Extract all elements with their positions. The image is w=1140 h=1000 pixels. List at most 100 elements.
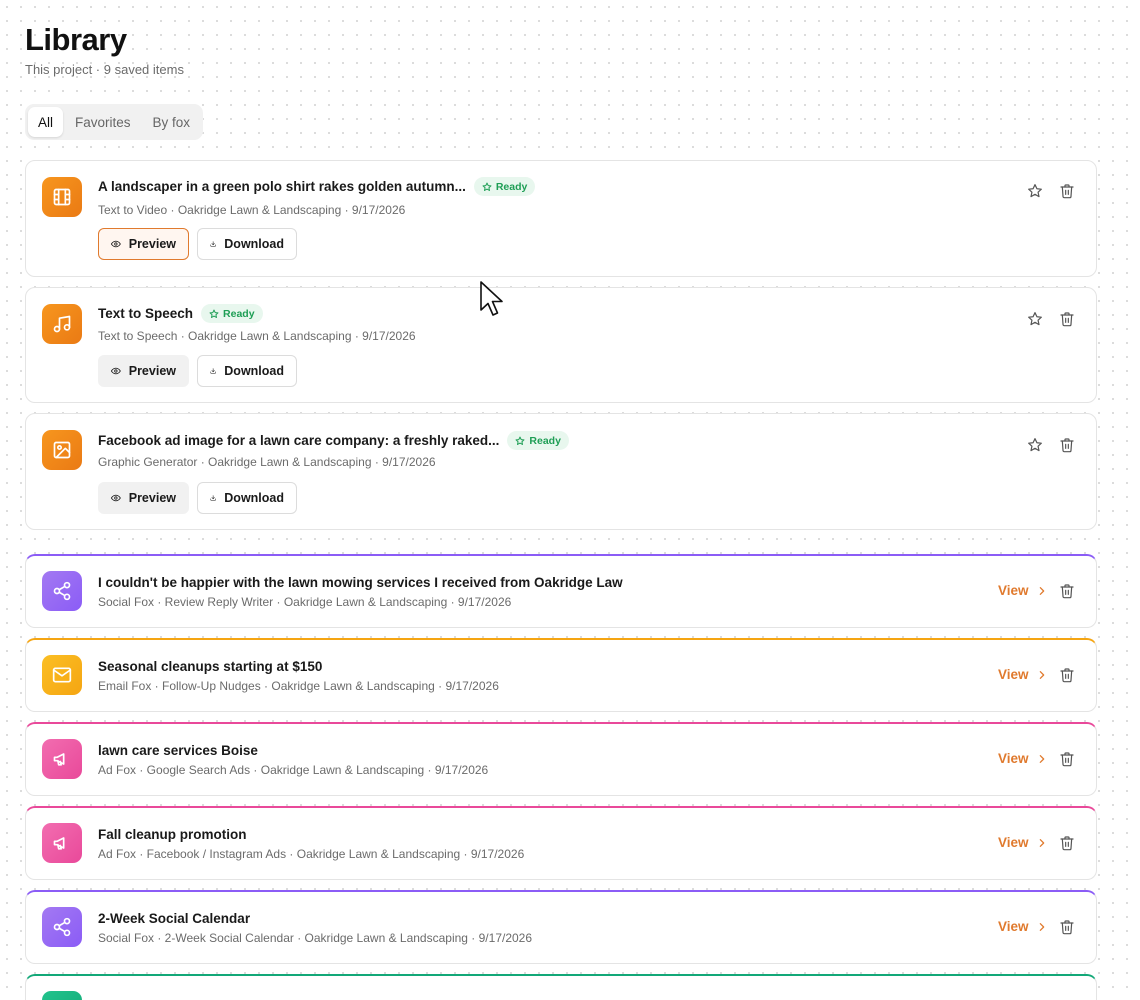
page-title: Library: [25, 22, 127, 57]
media-card: Text to Speech Ready Text to Speech · Oa…: [25, 287, 1097, 403]
item-title: 2-Week Social Calendar: [98, 911, 251, 926]
chevron-right-icon: [1039, 586, 1044, 595]
delete-button[interactable]: [1057, 309, 1077, 329]
download-icon: [210, 495, 216, 501]
item-title-row: Text to Speech Ready: [98, 304, 263, 323]
share-icon: [42, 907, 82, 947]
view-button[interactable]: View: [998, 835, 1047, 850]
preview-button[interactable]: Preview: [98, 355, 189, 387]
delete-button[interactable]: [1057, 833, 1077, 853]
view-label: View: [998, 751, 1029, 766]
chevron-right-icon: [1039, 922, 1044, 931]
item-meta: Graphic Generator · Oakridge Lawn & Land…: [98, 455, 436, 469]
preview-label: Preview: [128, 491, 176, 505]
trash-icon: [1060, 184, 1074, 199]
delete-button[interactable]: [1057, 749, 1077, 769]
status-label: Ready: [529, 434, 561, 447]
trash-icon: [1060, 668, 1074, 683]
item-title-row: A landscaper in a green polo shirt rakes…: [98, 177, 536, 196]
tab-all[interactable]: All: [28, 107, 64, 137]
chevron-right-icon: [1039, 754, 1044, 763]
star-icon: [482, 182, 492, 191]
image-icon: [42, 430, 82, 470]
status-label: Ready: [223, 307, 255, 320]
item-title: Facebook ad image for a lawn care compan…: [98, 433, 500, 448]
download-button[interactable]: Download: [197, 228, 297, 260]
status-label: Ready: [495, 180, 528, 193]
star-icon: [1028, 184, 1042, 198]
view-button[interactable]: View: [998, 751, 1047, 766]
star-icon: [1028, 312, 1042, 326]
item-title: I couldn't be happier with the lawn mowi…: [98, 575, 623, 590]
item-title-row: Facebook ad image for a lawn care compan…: [98, 431, 569, 450]
star-icon: [1028, 438, 1042, 452]
item-meta: Social Fox · Review Reply Writer · Oakri…: [98, 595, 512, 609]
library-item-card: Fall cleanup promotion Ad Fox · Facebook…: [25, 806, 1097, 880]
favorite-star-button[interactable]: [1025, 435, 1045, 455]
music-note-icon: [42, 304, 82, 344]
eye-icon: [111, 367, 121, 375]
preview-label: Preview: [128, 364, 176, 378]
item-meta: Text to Speech · Oakridge Lawn & Landsca…: [98, 329, 416, 343]
trash-icon: [1060, 584, 1074, 599]
delete-button[interactable]: [1057, 581, 1077, 601]
film-icon: [42, 177, 82, 217]
library-page: Library This project · 9 saved items All…: [0, 0, 1140, 1000]
download-button[interactable]: Download: [197, 355, 297, 387]
trash-icon: [1060, 312, 1074, 327]
item-title: Text to Speech: [98, 306, 194, 321]
media-card: A landscaper in a green polo shirt rakes…: [25, 160, 1097, 277]
trash-icon: [1060, 438, 1074, 453]
tab-favorites[interactable]: Favorites: [65, 107, 141, 137]
filter-tabs: All Favorites By fox: [25, 104, 204, 140]
item-title: Fall cleanup promotion: [98, 827, 247, 842]
view-label: View: [998, 667, 1029, 682]
preview-button[interactable]: Preview: [98, 482, 189, 514]
share-icon: [42, 571, 82, 611]
item-title: lawn care services Boise: [98, 743, 258, 758]
item-title: A landscaper in a green polo shirt rakes…: [98, 179, 466, 194]
delete-button[interactable]: [1057, 181, 1077, 201]
delete-button[interactable]: [1057, 917, 1077, 937]
eye-icon: [111, 494, 121, 502]
item-meta: Text to Video · Oakridge Lawn & Landscap…: [98, 203, 406, 217]
download-icon: [210, 368, 216, 374]
page-subtitle: This project · 9 saved items: [25, 62, 184, 77]
star-icon: [515, 436, 525, 445]
eye-icon: [111, 240, 121, 248]
download-label: Download: [224, 237, 284, 251]
library-item-card: Seasonal cleanups starting at $150 Email…: [25, 638, 1097, 712]
delete-button[interactable]: [1057, 435, 1077, 455]
view-label: View: [998, 583, 1029, 598]
download-label: Download: [224, 364, 284, 378]
library-item-card: [25, 974, 1097, 1000]
view-button[interactable]: View: [998, 919, 1047, 934]
view-label: View: [998, 835, 1029, 850]
trash-icon: [1060, 752, 1074, 767]
download-button[interactable]: Download: [197, 482, 297, 514]
library-item-card: lawn care services Boise Ad Fox · Google…: [25, 722, 1097, 796]
library-item-card: 2-Week Social Calendar Social Fox · 2-We…: [25, 890, 1097, 964]
delete-button[interactable]: [1057, 665, 1077, 685]
favorite-star-button[interactable]: [1025, 181, 1045, 201]
status-badge: Ready: [507, 431, 569, 450]
trash-icon: [1060, 836, 1074, 851]
download-icon: [210, 241, 216, 247]
tab-by-fox[interactable]: By fox: [143, 107, 201, 137]
mail-icon: [42, 655, 82, 695]
download-label: Download: [224, 491, 284, 505]
favorite-star-button[interactable]: [1025, 309, 1045, 329]
view-label: View: [998, 919, 1029, 934]
item-meta: Ad Fox · Google Search Ads · Oakridge La…: [98, 763, 489, 777]
item-meta: Email Fox · Follow-Up Nudges · Oakridge …: [98, 679, 499, 693]
item-icon: [42, 991, 82, 1000]
item-meta: Ad Fox · Facebook / Instagram Ads · Oakr…: [98, 847, 525, 861]
item-title: Seasonal cleanups starting at $150: [98, 659, 323, 674]
view-button[interactable]: View: [998, 667, 1047, 682]
view-button[interactable]: View: [998, 583, 1047, 598]
preview-button[interactable]: Preview: [98, 228, 189, 260]
library-item-card: I couldn't be happier with the lawn mowi…: [25, 554, 1097, 628]
chevron-right-icon: [1039, 670, 1044, 679]
preview-label: Preview: [128, 237, 176, 251]
star-icon: [209, 309, 219, 318]
